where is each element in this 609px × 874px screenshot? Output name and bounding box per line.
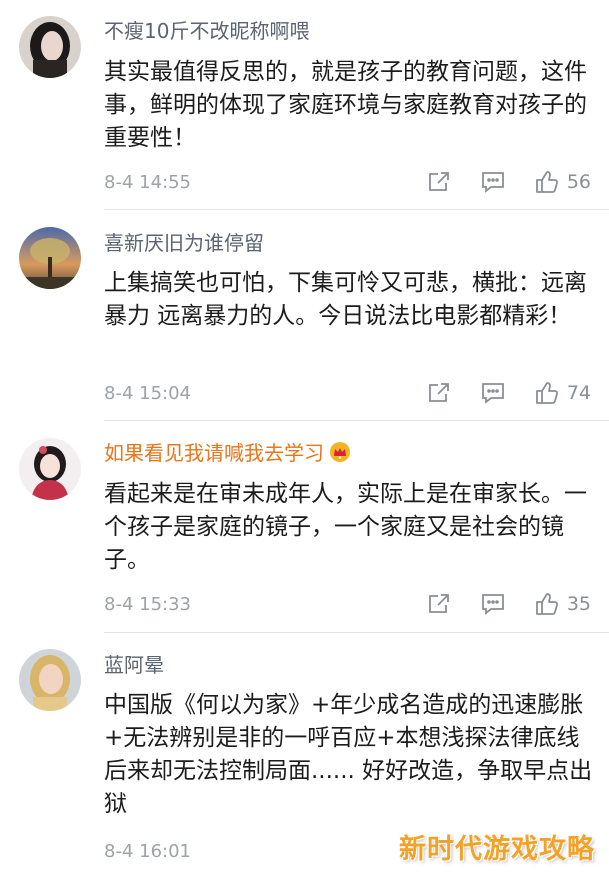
username[interactable]: 喜新厌旧为谁停留	[104, 230, 264, 256]
vip-username[interactable]: 如果看见我请喊我去学习	[104, 440, 352, 466]
timestamp: 8-4 14:55	[104, 171, 191, 193]
comment-bubble-icon	[481, 172, 504, 193]
crown-icon	[330, 442, 350, 462]
share-arrow-icon	[428, 383, 449, 402]
comment-text: 其实最值得反思的，就是孩子的教育问题，这件事，鲜明的体现了家庭环境与家庭教育对孩…	[104, 59, 587, 151]
like-button[interactable]: 56	[533, 168, 591, 196]
comment-feed: 不瘦10斤不改昵称啊喂 其实最值得反思的，就是孩子的教育问题，这件事，鲜明的体现…	[0, 0, 609, 874]
share-arrow-icon	[428, 594, 449, 613]
thumbs-up-icon	[535, 171, 558, 193]
avatar[interactable]	[19, 438, 81, 500]
avatar[interactable]	[19, 227, 81, 289]
comment-bubble-icon	[481, 383, 504, 404]
comment-item: 喜新厌旧为谁停留 上集搞笑也可怕，下集可怜又可悲，横批：远离暴力 远离暴力的人。…	[0, 210, 609, 421]
comment-button[interactable]	[479, 590, 507, 618]
comment-meta: 8-4 15:04 74	[104, 378, 591, 408]
comment-text: 中国版《何以为家》+年少成名造成的迅速膨胀+无法辨别是非的一呼百应+本想浅探法律…	[104, 692, 593, 817]
avatar[interactable]	[19, 649, 81, 711]
repost-button[interactable]	[425, 168, 453, 196]
comment-button[interactable]	[479, 168, 507, 196]
comment-bubble-icon	[481, 594, 504, 615]
like-count: 56	[566, 171, 591, 193]
timestamp: 8-4 15:04	[104, 382, 191, 404]
username[interactable]: 蓝阿晕	[104, 652, 164, 678]
repost-button[interactable]	[425, 379, 453, 407]
timestamp: 8-4 15:33	[104, 593, 191, 615]
comment-meta: 8-4 15:33 35	[104, 589, 591, 619]
like-button[interactable]: 35	[533, 590, 591, 618]
like-count: 74	[566, 382, 591, 404]
like-button[interactable]: 74	[533, 379, 591, 407]
like-count: 35	[566, 593, 591, 615]
comment-text: 看起来是在审未成年人，实际上是在审家长。一个孩子是家庭的镜子，一个家庭又是社会的…	[104, 481, 587, 573]
thumbs-up-icon	[535, 593, 558, 615]
share-arrow-icon	[428, 172, 449, 191]
avatar[interactable]	[19, 16, 81, 78]
comment-meta: 8-4 14:55 56	[104, 167, 591, 197]
username[interactable]: 不瘦10斤不改昵称啊喂	[104, 18, 309, 44]
repost-button[interactable]	[425, 590, 453, 618]
watermark-logo: 新时代游戏攻略	[399, 834, 595, 865]
comment-item: 如果看见我请喊我去学习 看起来是在审未成年人，实际上是在审家长。一个孩子是家庭的…	[0, 421, 609, 633]
comment-item: 不瘦10斤不改昵称啊喂 其实最值得反思的，就是孩子的教育问题，这件事，鲜明的体现…	[0, 0, 609, 210]
comment-text: 上集搞笑也可怕，下集可怜又可悲，横批：远离暴力 远离暴力的人。今日说法比电影都精…	[104, 270, 587, 329]
comment-button[interactable]	[479, 379, 507, 407]
username-label: 如果看见我请喊我去学习	[104, 441, 324, 465]
thumbs-up-icon	[535, 382, 558, 404]
